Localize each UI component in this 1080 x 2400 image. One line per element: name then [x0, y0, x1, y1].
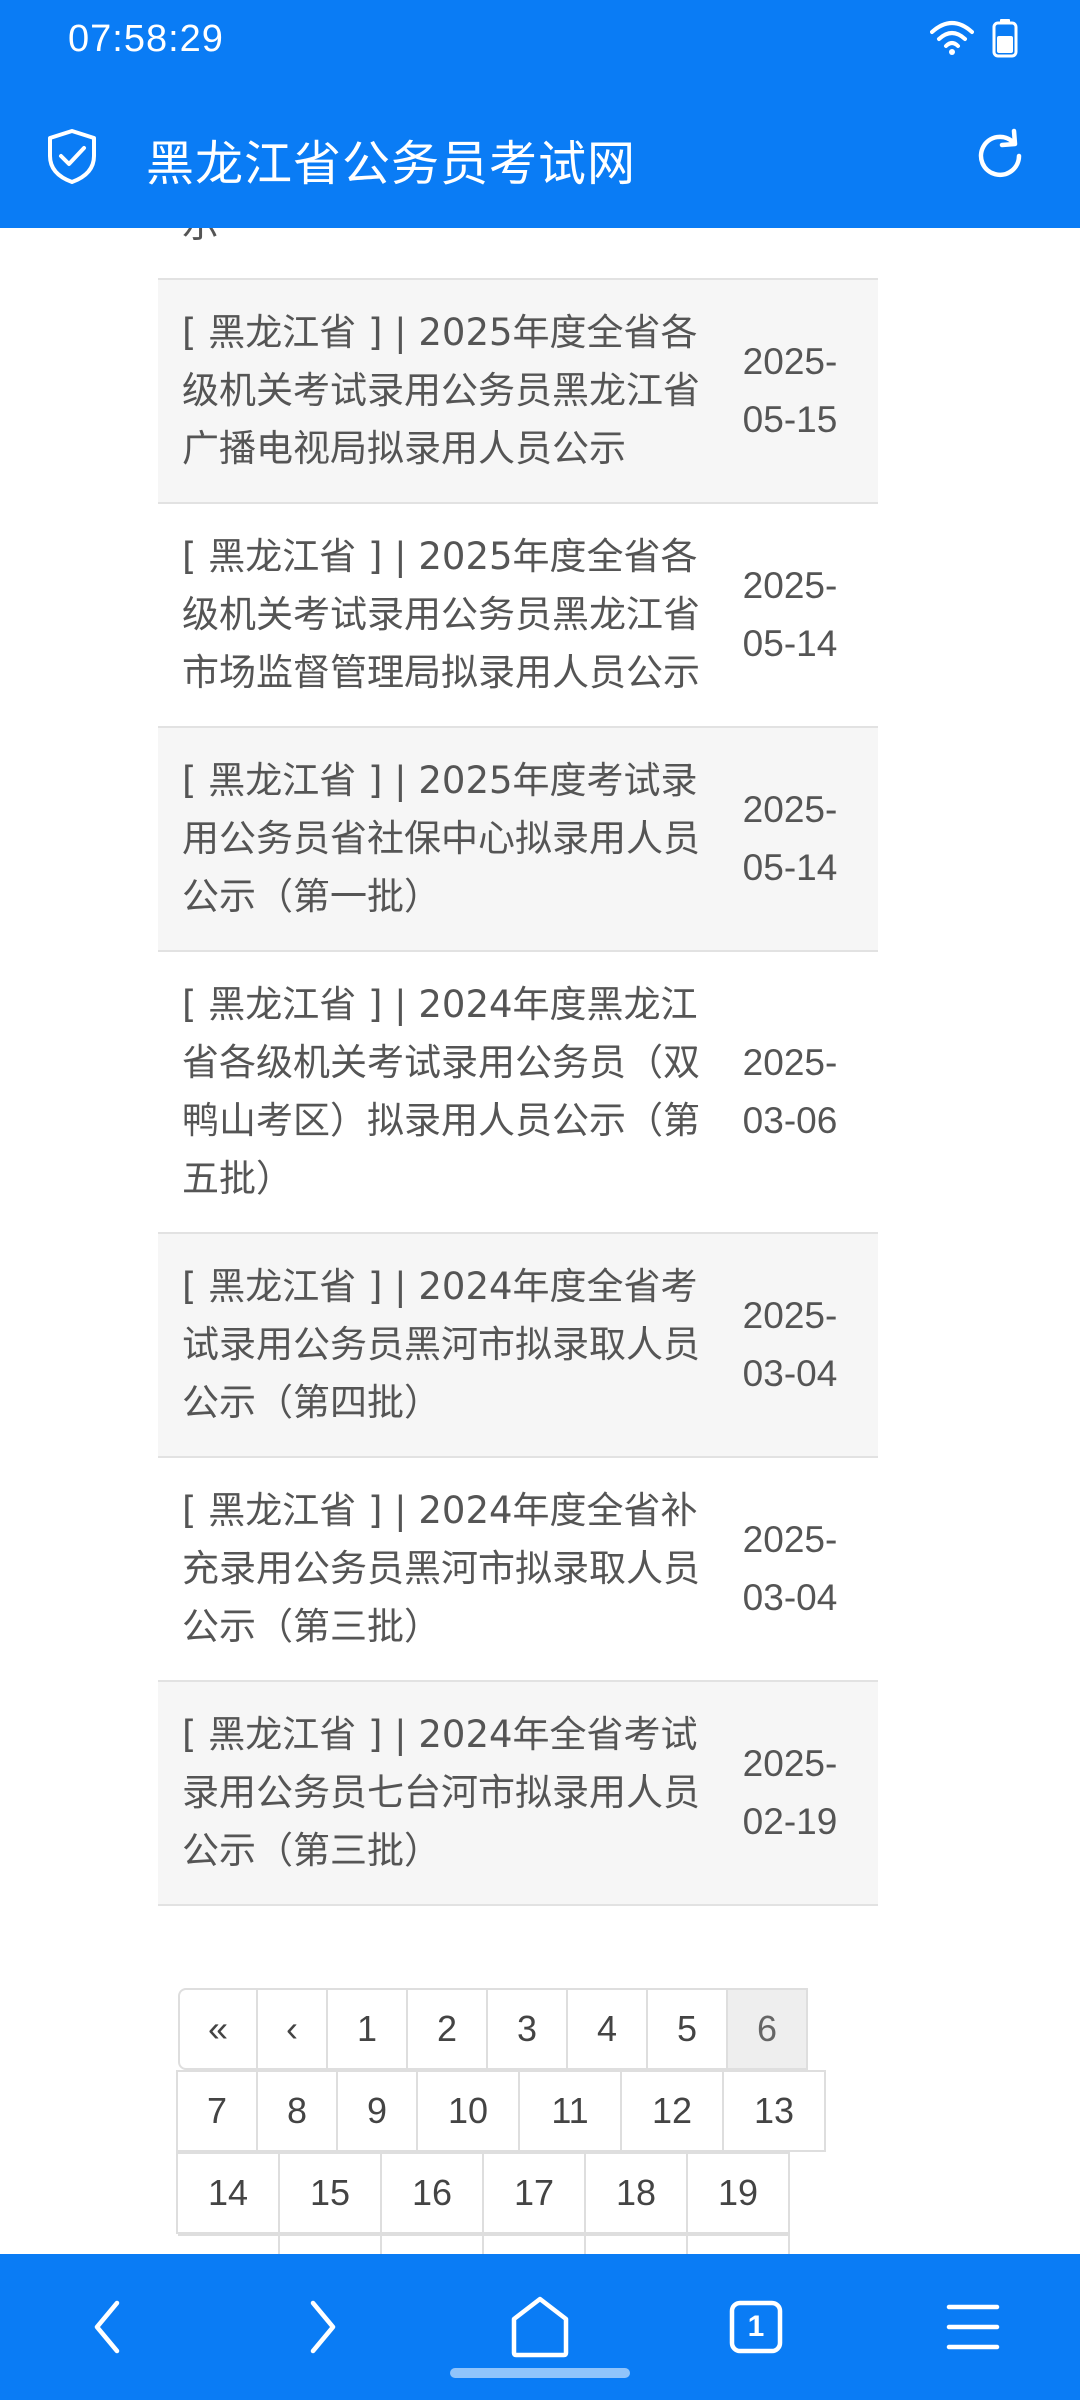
- list-item[interactable]: [ 黑龙江省 ] | 2025年度全省各级机关考试录用公务员黑龙江省广播电视局拟…: [158, 280, 878, 504]
- page-title: 黑龙江省公务员考试网: [146, 136, 637, 192]
- page-button-17[interactable]: 17: [482, 2152, 586, 2234]
- pagination: « ‹ 1 2 3 4 5 6 7 8 9 10 11 12 13 14 15: [176, 1988, 860, 2254]
- page-button-15[interactable]: 15: [278, 2152, 382, 2234]
- page-button-3[interactable]: 3: [486, 1988, 568, 2070]
- list-item[interactable]: [ 黑龙江省 ] | 2024年度黑龙江省各级机关考试录用公务员（双鸭山考区）拟…: [158, 952, 878, 1234]
- page-button-14[interactable]: 14: [176, 2152, 280, 2234]
- content-area[interactable]: 示 [ 黑龙江省 ] | 2025年度全省各级机关考试录用公务员黑龙江省广播电视…: [0, 228, 1080, 2254]
- back-button[interactable]: [62, 2282, 152, 2372]
- list-item-title[interactable]: [ 黑龙江省 ] | 2024年全省考试录用公务员七台河市拟录用人员公示（第三批…: [182, 1706, 702, 1880]
- list-item-title[interactable]: [ 黑龙江省 ] | 2025年度全省各级机关考试录用公务员黑龙江省市场监督管理…: [182, 528, 702, 702]
- menu-button[interactable]: [928, 2282, 1018, 2372]
- page-button-5[interactable]: 5: [646, 1988, 728, 2070]
- page-button-12[interactable]: 12: [620, 2070, 724, 2152]
- status-bar: 07:58:29: [0, 0, 1080, 84]
- pagination-row: « ‹ 1 2 3 4 5 6: [178, 1988, 860, 2070]
- list-item-title[interactable]: [ 黑龙江省 ] | 2025年度全省各级机关考试录用公务员黑龙江省广播电视局拟…: [182, 304, 702, 478]
- refresh-icon[interactable]: [970, 126, 1030, 186]
- page-button-partial[interactable]: [584, 2234, 688, 2254]
- chevron-left-icon: [94, 2300, 120, 2354]
- page-button-partial[interactable]: [686, 2234, 790, 2254]
- list-item-date: 2025-02-19: [742, 1743, 838, 1842]
- pagination-row-partial: [178, 2234, 860, 2254]
- tabs-button[interactable]: 1: [711, 2282, 801, 2372]
- list-item-date: 2025-05-14: [742, 565, 838, 664]
- list-item-title[interactable]: [ 黑龙江省 ] | 2024年度黑龙江省各级机关考试录用公务员（双鸭山考区）拟…: [182, 976, 702, 1208]
- list-item-date: 2025-03-04: [742, 1519, 838, 1618]
- list-item[interactable]: [ 黑龙江省 ] | 2025年度全省各级机关考试录用公务员黑龙江省市场监督管理…: [158, 504, 878, 728]
- home-icon: [511, 2296, 569, 2358]
- announcement-list: 示 [ 黑龙江省 ] | 2025年度全省各级机关考试录用公务员黑龙江省广播电视…: [158, 228, 878, 1906]
- list-item-title[interactable]: [ 黑龙江省 ] | 2024年度全省补充录用公务员黑河市拟录取人员公示（第三批…: [182, 1482, 702, 1656]
- list-item-title[interactable]: [ 黑龙江省 ] | 2024年度全省考试录用公务员黑河市拟录取人员公示（第四批…: [182, 1258, 702, 1432]
- page-button-4[interactable]: 4: [566, 1988, 648, 2070]
- list-item[interactable]: [ 黑龙江省 ] | 2024年全省考试录用公务员七台河市拟录用人员公示（第三批…: [158, 1682, 878, 1906]
- gesture-home-bar[interactable]: [450, 2368, 630, 2378]
- page-button-partial[interactable]: [482, 2234, 586, 2254]
- list-item[interactable]: [ 黑龙江省 ] | 2024年度全省补充录用公务员黑河市拟录取人员公示（第三批…: [158, 1458, 878, 1682]
- page-button-1[interactable]: 1: [326, 1988, 408, 2070]
- page-button-partial[interactable]: [380, 2234, 484, 2254]
- page-button-9[interactable]: 9: [336, 2070, 418, 2152]
- page-button-18[interactable]: 18: [584, 2152, 688, 2234]
- wifi-icon: [930, 21, 974, 55]
- list-item-date: 2025-05-15: [742, 341, 838, 440]
- page-button-7[interactable]: 7: [176, 2070, 258, 2152]
- page-button-11[interactable]: 11: [518, 2070, 622, 2152]
- page-button-16[interactable]: 16: [380, 2152, 484, 2234]
- list-item-date: 2025-05-14: [742, 789, 838, 888]
- home-button[interactable]: [495, 2282, 585, 2372]
- page-button-partial[interactable]: [178, 2234, 280, 2254]
- list-item-title[interactable]: [ 黑龙江省 ] | 2025年度考试录用公务员省社保中心拟录用人员公示（第一批…: [182, 752, 702, 926]
- list-item-date: [702, 228, 878, 254]
- pagination-row: 14 15 16 17 18 19: [176, 2152, 860, 2234]
- screen: 07:58:29 黑龙江省公务员考试网 [黑龙江省] | 2025年度全省各…: [0, 0, 1080, 2400]
- chevron-right-icon: [310, 2300, 336, 2354]
- list-item-date: 2025-03-04: [742, 1295, 838, 1394]
- page-button-2[interactable]: 2: [406, 1988, 488, 2070]
- status-icons: [930, 18, 1018, 58]
- status-time: 07:58:29: [68, 18, 224, 60]
- bottom-navigation: 1: [0, 2254, 1080, 2400]
- first-page-button[interactable]: «: [178, 1988, 258, 2070]
- app-bar: 黑龙江省公务员考试网: [0, 84, 1080, 228]
- list-item-date: 2025-03-06: [742, 1042, 838, 1141]
- prev-page-button[interactable]: ‹: [256, 1988, 328, 2070]
- tab-count: 1: [747, 2310, 765, 2343]
- shield-check-icon[interactable]: [42, 126, 102, 186]
- list-item-title: 示: [182, 228, 702, 254]
- page-button-19[interactable]: 19: [686, 2152, 790, 2234]
- list-item[interactable]: [ 黑龙江省 ] | 2025年度考试录用公务员省社保中心拟录用人员公示（第一批…: [158, 728, 878, 952]
- menu-icon: [946, 2304, 1000, 2350]
- page-button-13[interactable]: 13: [722, 2070, 826, 2152]
- page-button-6-active[interactable]: 6: [726, 1988, 808, 2070]
- page-button-10[interactable]: 10: [416, 2070, 520, 2152]
- page-button-8[interactable]: 8: [256, 2070, 338, 2152]
- forward-button[interactable]: [278, 2282, 368, 2372]
- battery-icon: [992, 19, 1018, 58]
- page-button-partial[interactable]: [278, 2234, 382, 2254]
- pagination-row: 7 8 9 10 11 12 13: [176, 2070, 860, 2152]
- list-item[interactable]: [ 黑龙江省 ] | 2024年度全省考试录用公务员黑河市拟录取人员公示（第四批…: [158, 1234, 878, 1458]
- list-item-partial[interactable]: 示: [158, 228, 878, 280]
